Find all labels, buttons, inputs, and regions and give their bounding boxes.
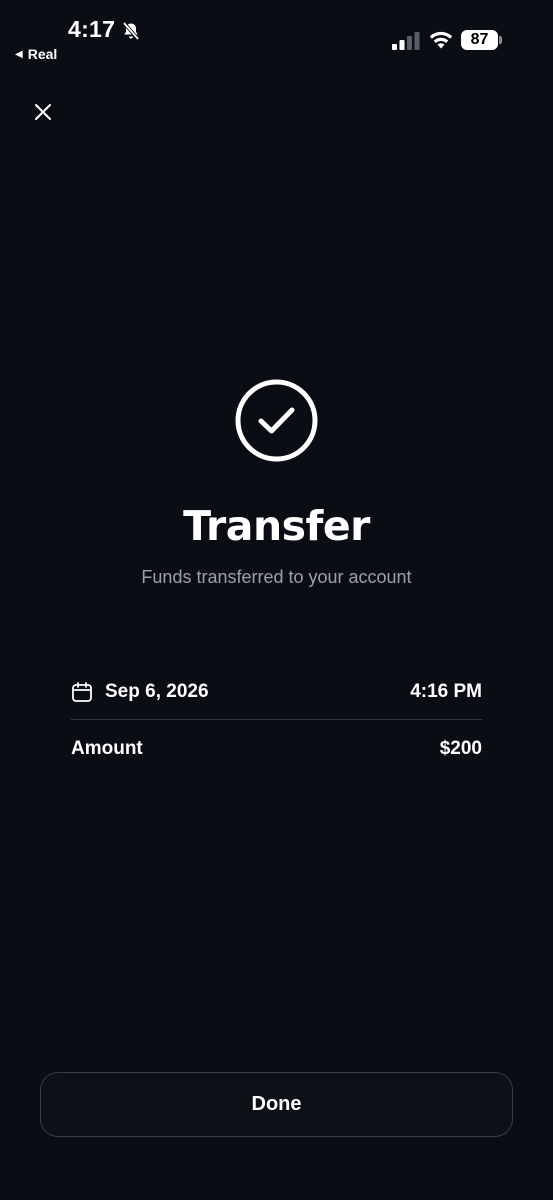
close-button[interactable] — [28, 97, 58, 127]
done-button[interactable]: Done — [40, 1072, 513, 1137]
back-triangle-icon: ◀ — [15, 48, 23, 60]
check-circle-icon — [235, 379, 318, 462]
amount-label: Amount — [71, 738, 143, 759]
wifi-icon — [429, 31, 453, 49]
battery-terminal — [499, 36, 502, 44]
back-to-app-link[interactable]: ◀ Real — [15, 46, 57, 62]
divider — [71, 719, 482, 720]
page-subtitle: Funds transferred to your account — [141, 567, 412, 587]
bell-slash-icon — [122, 21, 140, 41]
date-row: Sep 6, 2026 4:16 PM — [71, 678, 482, 706]
transfer-time: 4:16 PM — [410, 681, 482, 702]
amount-value: $200 — [439, 738, 482, 759]
done-button-label: Done — [251, 1093, 302, 1115]
date-group: Sep 6, 2026 — [71, 681, 209, 703]
battery-indicator: 87 — [461, 30, 498, 50]
page-title: Transfer — [183, 502, 370, 550]
transfer-confirmation-screen: 4:17 ◀ Real 87 Transfer Funds transferre — [0, 0, 553, 1200]
calendar-icon — [72, 682, 92, 702]
cellular-signal-icon — [392, 32, 420, 50]
transfer-date: Sep 6, 2026 — [105, 681, 209, 702]
back-app-label: Real — [27, 46, 58, 62]
close-icon — [35, 104, 51, 120]
amount-row: Amount $200 — [71, 735, 482, 763]
status-time: 4:17 — [68, 16, 116, 42]
battery-level: 87 — [470, 31, 489, 48]
